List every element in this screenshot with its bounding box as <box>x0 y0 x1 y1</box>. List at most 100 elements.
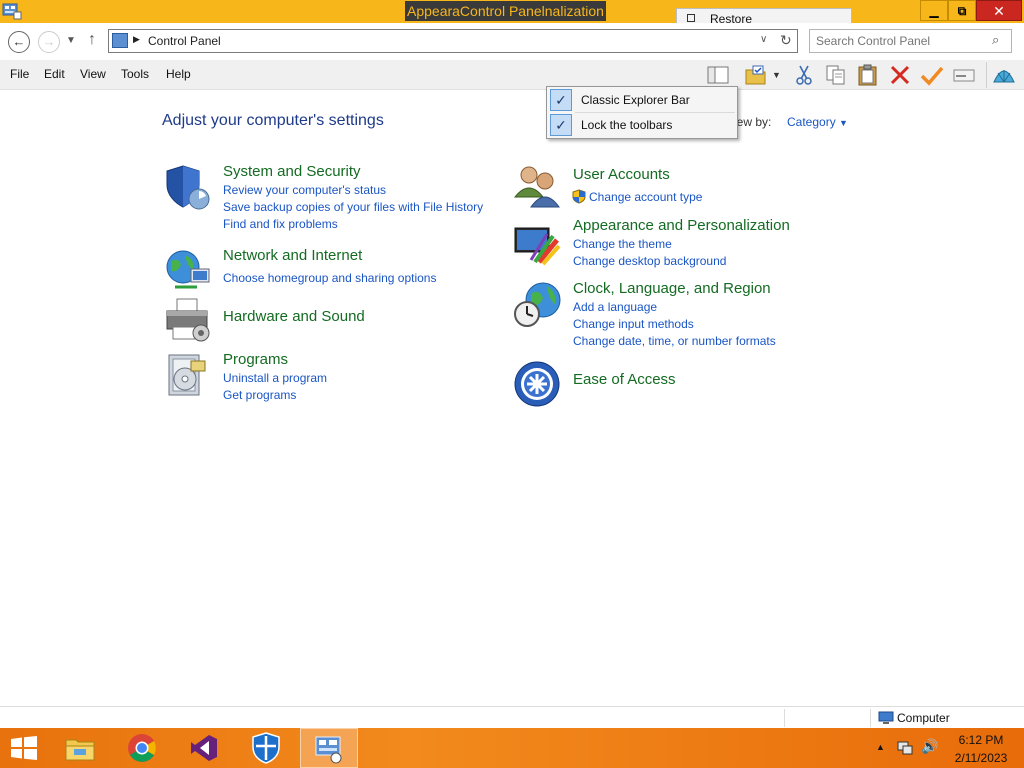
control-panel-icon <box>315 736 342 764</box>
toolbar-context-menu: ✓ Classic Explorer Bar ✓ Lock the toolba… <box>546 86 738 139</box>
taskbar-defender[interactable] <box>238 728 296 768</box>
breadcrumb-control-panel[interactable]: Control Panel <box>148 34 221 48</box>
search-box[interactable]: ⌕ <box>809 29 1012 53</box>
maximize-icon: ⧉ <box>957 4 967 18</box>
menu-tools[interactable]: Tools <box>121 67 149 81</box>
link-homegroup-sharing[interactable]: Choose homegroup and sharing options <box>223 271 436 285</box>
back-arrow-icon: ← <box>12 34 26 49</box>
link-add-language[interactable]: Add a language <box>573 300 657 314</box>
category-clock-language-region[interactable]: Clock, Language, and Region <box>573 280 771 297</box>
link-get-programs[interactable]: Get programs <box>223 388 296 402</box>
menu-file[interactable]: File <box>10 67 29 81</box>
taskbar-chrome[interactable] <box>114 728 172 768</box>
back-button[interactable]: ← <box>8 31 30 53</box>
forward-arrow-icon: → <box>42 34 56 49</box>
check-icon[interactable] <box>920 64 944 86</box>
delete-icon[interactable] <box>888 64 912 86</box>
link-change-desktop-background[interactable]: Change desktop background <box>573 254 726 268</box>
address-bar[interactable]: ▶ Control Panel ∨ ↻ <box>108 29 798 53</box>
control-panel-app-icon[interactable] <box>2 2 22 20</box>
category-network-and-internet[interactable]: Network and Internet <box>223 247 362 264</box>
recent-locations-dropdown[interactable]: ▼ <box>66 35 76 46</box>
minimize-button[interactable]: ▁ <box>920 0 948 21</box>
search-input[interactable] <box>816 33 986 49</box>
volume-icon[interactable]: 🔊 <box>921 738 938 755</box>
address-row: ← → ▼ ↑ ▶ Control Panel ∨ ↻ ⌕ <box>0 23 1024 60</box>
security-shield-icon[interactable] <box>163 163 211 211</box>
category-appearance-and-personalization[interactable]: Appearance and Personalization <box>573 217 790 234</box>
appearance-icon[interactable] <box>513 222 561 270</box>
menu-help[interactable]: Help <box>166 67 191 81</box>
clock-date[interactable]: 2/11/2023 <box>946 751 1016 765</box>
category-system-and-security[interactable]: System and Security <box>223 163 361 180</box>
computer-icon <box>878 711 894 724</box>
taskbar-visual-studio[interactable] <box>176 728 234 768</box>
programs-icon[interactable] <box>163 351 211 399</box>
up-button[interactable]: ↑ <box>88 31 96 49</box>
title-bar: AppearaControl Panelnalization Restore ▁… <box>0 0 1024 26</box>
properties-icon[interactable] <box>952 64 976 86</box>
search-icon[interactable]: ⌕ <box>992 32 999 48</box>
link-change-theme[interactable]: Change the theme <box>573 237 672 251</box>
status-bar: Computer <box>0 706 1024 728</box>
clock-time[interactable]: 6:12 PM <box>946 733 1016 747</box>
taskbar-control-panel[interactable] <box>300 728 358 768</box>
copy-icon[interactable] <box>824 64 848 86</box>
control-panel-window: AppearaControl Panelnalization Restore ▁… <box>0 0 1024 768</box>
category-user-accounts[interactable]: User Accounts <box>573 166 670 183</box>
taskbar-file-explorer[interactable] <box>52 728 110 768</box>
status-separator <box>784 709 785 727</box>
link-change-date-time-formats[interactable]: Change date, time, or number formats <box>573 334 776 348</box>
restore-menu-item[interactable]: Restore <box>676 8 852 26</box>
category-programs[interactable]: Programs <box>223 351 288 368</box>
paste-icon[interactable] <box>856 64 880 86</box>
users-icon[interactable] <box>513 163 561 211</box>
menu-item-label: Classic Explorer Bar <box>581 93 690 107</box>
menu-item-label: Lock the toolbars <box>581 118 673 132</box>
menu-edit[interactable]: Edit <box>44 67 65 81</box>
link-change-account-type[interactable]: Change account type <box>589 190 702 204</box>
start-button[interactable] <box>0 728 58 768</box>
breadcrumb-chevron-icon[interactable]: ▶ <box>133 34 140 45</box>
control-panel-icon <box>112 33 128 48</box>
checkmark-icon: ✓ <box>550 89 572 111</box>
close-button[interactable]: ✕ <box>976 0 1022 21</box>
folder-options-icon[interactable] <box>744 64 768 86</box>
link-change-input-methods[interactable]: Change input methods <box>573 317 694 331</box>
taskbar: ▲ 🔊 6:12 PM 2/11/2023 <box>0 728 1024 768</box>
status-location: Computer <box>897 711 950 725</box>
page-title: Adjust your computer's settings <box>162 112 384 129</box>
link-find-and-fix-problems[interactable]: Find and fix problems <box>223 217 338 231</box>
view-by-dropdown[interactable]: Category ▼ <box>787 115 848 129</box>
dropdown-icon[interactable]: ▼ <box>772 70 784 92</box>
link-save-backup-copies[interactable]: Save backup copies of your files with Fi… <box>223 200 483 214</box>
layout-icon[interactable] <box>706 64 730 86</box>
network-icon[interactable] <box>897 740 913 756</box>
show-hidden-icons[interactable]: ▲ <box>876 742 885 752</box>
forward-button[interactable]: → <box>38 31 60 53</box>
ease-of-access-icon[interactable] <box>513 360 561 408</box>
checkmark-icon: ✓ <box>550 114 572 136</box>
maximize-button[interactable]: ⧉ <box>948 0 976 21</box>
category-hardware-and-sound[interactable]: Hardware and Sound <box>223 308 365 325</box>
menu-view[interactable]: View <box>80 67 106 81</box>
toolbar-separator <box>986 62 987 88</box>
category-ease-of-access[interactable]: Ease of Access <box>573 371 676 388</box>
link-uninstall-program[interactable]: Uninstall a program <box>223 371 327 385</box>
menu-item-classic-explorer-bar[interactable]: ✓ Classic Explorer Bar <box>549 88 735 112</box>
network-globe-icon[interactable] <box>163 247 211 295</box>
visual-studio-icon <box>191 735 217 761</box>
printer-icon[interactable] <box>163 297 211 345</box>
clock-globe-icon[interactable] <box>513 280 561 328</box>
link-review-computer-status[interactable]: Review your computer's status <box>223 183 386 197</box>
cut-icon[interactable] <box>792 64 816 86</box>
address-dropdown-icon[interactable]: ∨ <box>760 34 767 45</box>
chrome-icon <box>128 734 156 762</box>
window-title: AppearaControl Panelnalization <box>405 1 606 21</box>
close-icon: ✕ <box>993 3 1005 19</box>
menu-bar: File Edit View Tools Help ▼ <box>0 60 1024 90</box>
menu-item-lock-toolbars[interactable]: ✓ Lock the toolbars <box>549 113 735 137</box>
shell-icon[interactable] <box>992 64 1016 86</box>
chevron-down-icon: ▼ <box>839 118 848 128</box>
refresh-icon[interactable]: ↻ <box>780 32 792 49</box>
